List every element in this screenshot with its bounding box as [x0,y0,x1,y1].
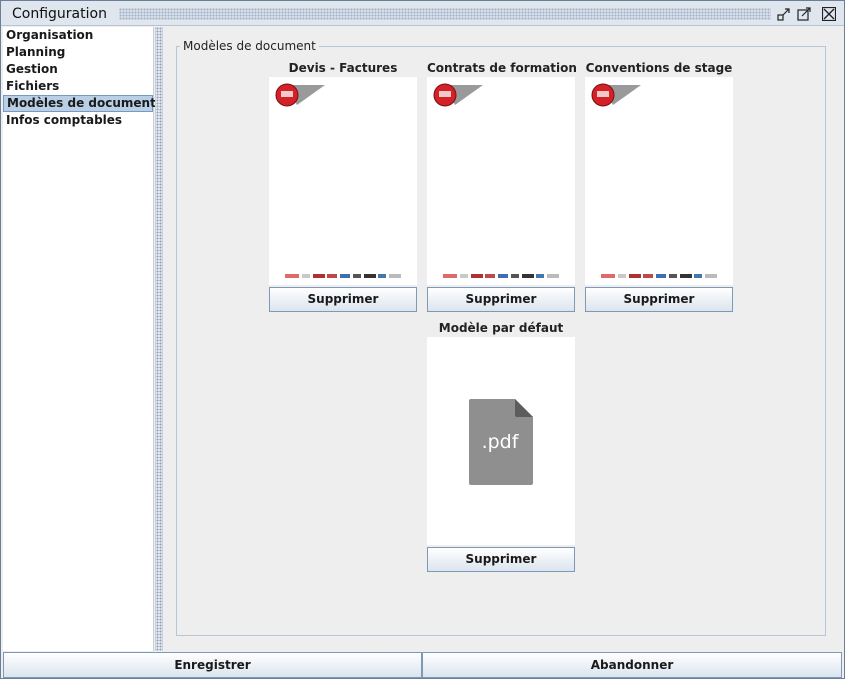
main-panel: Modèles de document Devis - Factures Sup… [164,27,844,651]
template-title: Devis - Factures [288,61,398,75]
nav-item-modeles-de-document[interactable]: Modèles de document [3,95,156,112]
minimize-icon[interactable] [777,7,791,21]
nav-item-fichiers[interactable]: Fichiers [3,78,153,95]
template-title: Modèle par défaut [438,321,564,335]
configuration-window: Configuration Organisation Planning Gest… [0,0,845,679]
close-icon[interactable] [822,7,836,21]
template-card-devis-factures: Devis - Factures Supprimer [269,61,417,312]
template-preview[interactable] [269,77,417,285]
company-logo-icon [433,83,483,107]
delete-template-button[interactable]: Supprimer [427,547,575,572]
company-logo-icon [591,83,641,107]
maximize-icon[interactable] [797,7,811,21]
nav-item-planning[interactable]: Planning [3,44,153,61]
template-card-contrats-de-formation: Contrats de formation Supprimer [427,61,577,312]
settings-nav-list: Organisation Planning Gestion Fichiers M… [3,27,156,651]
company-logo-icon [275,83,325,107]
delete-template-button[interactable]: Supprimer [269,287,417,312]
template-title: Contrats de formation [427,61,577,75]
cancel-button[interactable]: Abandonner [422,652,842,678]
nav-item-infos-comptables[interactable]: Infos comptables [3,112,153,129]
partner-logos-strip [601,272,717,280]
nav-item-gestion[interactable]: Gestion [3,61,153,78]
template-preview[interactable]: .pdf [427,337,575,545]
delete-template-button[interactable]: Supprimer [427,287,575,312]
partner-logos-strip [443,272,559,280]
group-title: Modèles de document [180,39,319,53]
pdf-file-icon: .pdf [469,399,533,485]
delete-template-button[interactable]: Supprimer [585,287,733,312]
window-title: Configuration [12,6,115,22]
template-preview[interactable] [427,77,575,285]
template-card-conventions-de-stage: Conventions de stage Supprimer [585,61,733,312]
template-card-modele-par-defaut: Modèle par défaut .pdf Supprimer [427,321,575,572]
dialog-button-bar: Enregistrer Abandonner [3,652,842,678]
partner-logos-strip [285,272,401,280]
split-pane-divider[interactable] [155,27,163,651]
save-button[interactable]: Enregistrer [3,652,422,678]
template-preview[interactable] [585,77,733,285]
title-bar-grip [119,8,771,20]
nav-item-organisation[interactable]: Organisation [3,27,153,44]
title-bar[interactable]: Configuration [1,1,844,26]
template-title: Conventions de stage [585,61,733,75]
pdf-icon-label: .pdf [482,431,520,453]
